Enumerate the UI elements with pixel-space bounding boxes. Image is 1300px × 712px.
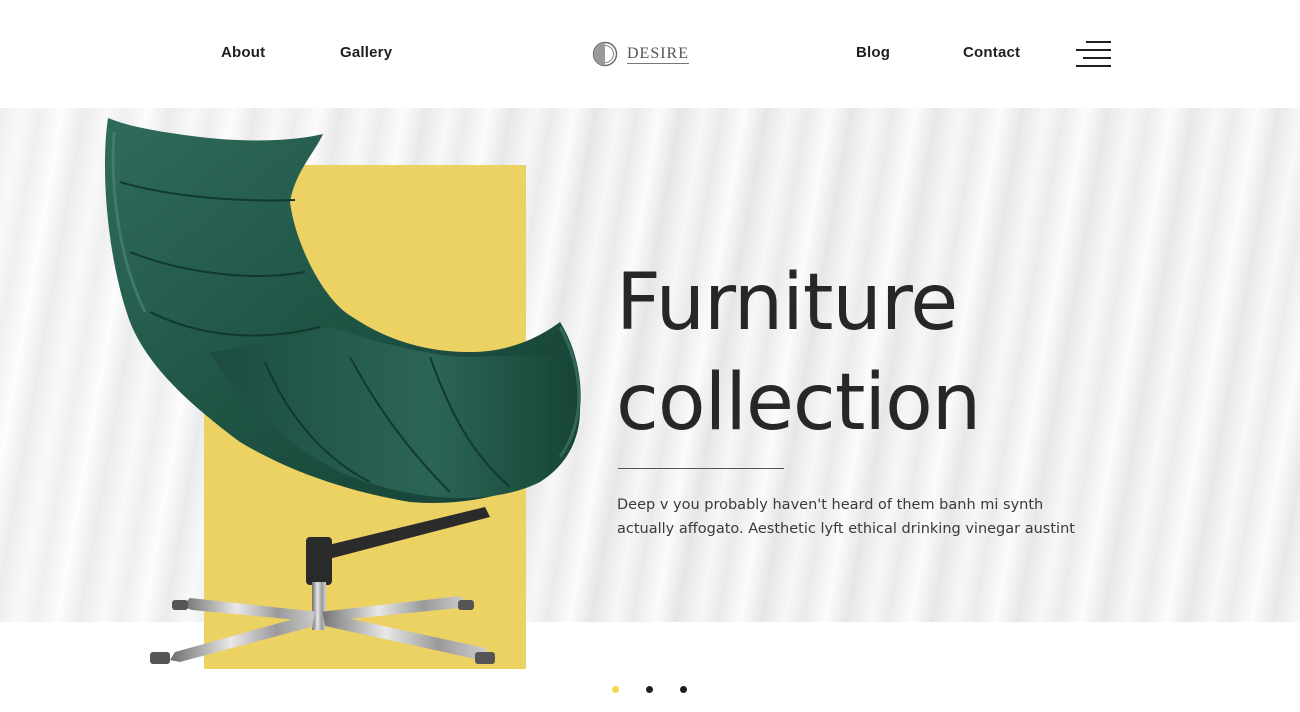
hero-divider (618, 468, 784, 469)
logo-wordmark: DESIRE (627, 44, 689, 64)
menu-line (1076, 65, 1111, 67)
nav-link-contact[interactable]: Contact (963, 44, 1020, 61)
slider-dot-1[interactable] (612, 686, 619, 693)
nav-link-about[interactable]: About (221, 44, 265, 61)
slider-dot-3[interactable] (680, 686, 687, 693)
slider-dot-2[interactable] (646, 686, 653, 693)
site-header: About Gallery DESIRE Blog Contact (0, 0, 1300, 108)
hero-title: Furniture collection (616, 253, 981, 453)
nav-link-blog[interactable]: Blog (856, 44, 890, 61)
menu-line (1076, 49, 1111, 51)
hero-title-line1: Furniture (616, 258, 958, 348)
nav-link-gallery[interactable]: Gallery (340, 44, 392, 61)
green-lounge-chair-image (104, 118, 581, 664)
menu-line (1086, 41, 1111, 43)
hamburger-menu-icon[interactable] (1076, 40, 1111, 68)
hero-description: Deep v you probably haven't heard of the… (617, 497, 1075, 537)
menu-line (1083, 57, 1111, 59)
site-logo[interactable]: DESIRE (592, 40, 689, 68)
slider-pagination (612, 686, 687, 693)
half-circle-logo-icon (592, 41, 618, 67)
hero-title-line2: collection (616, 358, 981, 448)
